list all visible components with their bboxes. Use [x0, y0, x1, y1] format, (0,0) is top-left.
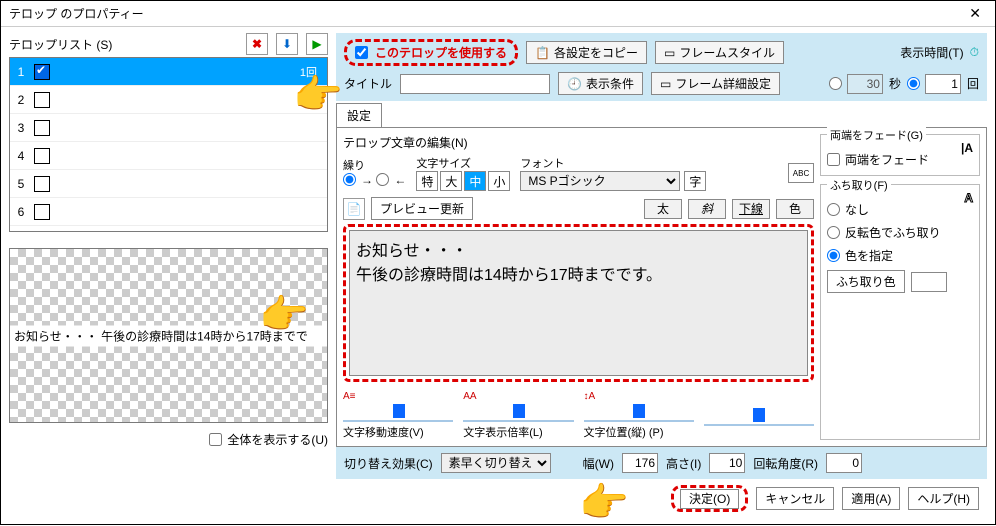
- telop-list[interactable]: 1 1回 2 3 4 5 6: [9, 57, 328, 232]
- fade-icon: |A: [961, 141, 973, 155]
- dialog-window: テロップ のプロパティー ✕ テロップリスト (S) ✖ ⬇ ▶ 1 1回 2 …: [0, 0, 996, 525]
- scroll-right-radio[interactable]: →: [343, 173, 373, 187]
- use-telop-checkbox[interactable]: このテロップを使用する: [344, 39, 518, 66]
- telop-text-input[interactable]: お知らせ・・・ 午後の診療時間は14時から17時までです。: [349, 230, 808, 376]
- show-all-checkbox[interactable]: 全体を表示する(U): [209, 431, 328, 448]
- count-radio[interactable]: [907, 74, 961, 94]
- transition-select[interactable]: 素早く切り替え: [441, 453, 551, 473]
- preview-update-button[interactable]: プレビュー更新: [371, 197, 473, 220]
- preview-text: お知らせ・・・ 午後の診療時間は14時から17時までで: [10, 325, 327, 346]
- apply-button[interactable]: 適用(A): [842, 487, 900, 510]
- ok-button[interactable]: 決定(O): [680, 489, 739, 509]
- delete-icon[interactable]: ✖: [246, 33, 268, 55]
- speed-slider[interactable]: [343, 402, 453, 422]
- outline-specify-radio[interactable]: 色を指定: [827, 247, 964, 264]
- scroll-left-radio[interactable]: ←: [376, 173, 406, 187]
- tab-settings[interactable]: 設定: [336, 103, 382, 127]
- outline-group: ふち取り(F) A なし 反転色でふち取り 色を指定 ふち取り色: [820, 184, 980, 440]
- edit-header: テロップ文章の編集(N): [343, 134, 814, 151]
- time-spinner[interactable]: [847, 74, 883, 94]
- download-icon[interactable]: ⬇: [276, 33, 298, 55]
- checkbox-icon[interactable]: [34, 92, 50, 108]
- time-radio[interactable]: [829, 74, 883, 94]
- display-time-label: 表示時間(T): [900, 44, 963, 61]
- underline-button[interactable]: 下線: [732, 199, 770, 219]
- frame-detail-button[interactable]: ▭フレーム詳細設定: [651, 72, 780, 95]
- angle-spinner[interactable]: [826, 453, 862, 473]
- outline-color-button[interactable]: ふち取り色: [827, 270, 905, 293]
- checkbox-icon[interactable]: [34, 64, 50, 80]
- title-label: タイトル: [344, 75, 392, 92]
- checkbox-icon[interactable]: [34, 204, 50, 220]
- outline-invert-radio[interactable]: 反転色でふち取り: [827, 224, 964, 241]
- bold-button[interactable]: 太: [644, 199, 682, 219]
- font-select[interactable]: MS Pゴシック: [520, 171, 680, 191]
- height-spinner[interactable]: [709, 453, 745, 473]
- magnify-icon: AA: [463, 391, 476, 402]
- speed-icon: A≡: [343, 391, 356, 402]
- size-l-button[interactable]: 大: [440, 171, 462, 191]
- outline-none-radio[interactable]: なし: [827, 201, 964, 218]
- list-item[interactable]: 4: [10, 142, 327, 170]
- copy-icon[interactable]: 📄: [343, 198, 365, 220]
- checkbox-icon[interactable]: [34, 148, 50, 164]
- tab-strip: 設定: [336, 103, 987, 127]
- titlebar: テロップ のプロパティー ✕: [1, 1, 995, 27]
- preview-area: お知らせ・・・ 午後の診療時間は14時から17時までで: [9, 248, 328, 423]
- copy-settings-button[interactable]: 📋各設定をコピー: [526, 41, 647, 64]
- abc-icon[interactable]: ABC: [788, 163, 814, 183]
- stopwatch-icon: ⏱: [970, 45, 979, 60]
- list-item[interactable]: 5: [10, 170, 327, 198]
- checkbox-icon[interactable]: [34, 120, 50, 136]
- top-controls: このテロップを使用する 📋各設定をコピー ▭フレームスタイル 表示時間(T) ⏱…: [336, 33, 987, 101]
- size-xl-button[interactable]: 特: [416, 171, 438, 191]
- width-spinner[interactable]: [622, 453, 658, 473]
- italic-button[interactable]: 斜: [688, 199, 726, 219]
- list-item[interactable]: 3: [10, 114, 327, 142]
- title-input[interactable]: [400, 74, 550, 94]
- position-icon: ↕A: [584, 391, 596, 402]
- color-button[interactable]: 色: [776, 199, 814, 219]
- position-slider[interactable]: [584, 402, 694, 422]
- close-icon[interactable]: ✕: [963, 5, 987, 22]
- checkbox-icon[interactable]: [34, 176, 50, 192]
- telop-list-label: テロップリスト (S): [9, 36, 112, 53]
- size-s-button[interactable]: 小: [488, 171, 510, 191]
- list-item[interactable]: 1 1回: [10, 58, 327, 86]
- count-spinner[interactable]: [925, 74, 961, 94]
- list-item[interactable]: 2: [10, 86, 327, 114]
- font-detail-button[interactable]: 字: [684, 171, 706, 191]
- help-button[interactable]: ヘルプ(H): [908, 487, 979, 510]
- outline-color-swatch[interactable]: [911, 272, 947, 292]
- fade-checkbox[interactable]: 両端をフェード: [827, 151, 929, 168]
- window-title: テロップ のプロパティー: [9, 5, 963, 22]
- frame-style-button[interactable]: ▭フレームスタイル: [655, 41, 784, 64]
- settings-panel: テロップ文章の編集(N) 繰り → ← 文字サイズ 特 大 中: [336, 127, 987, 447]
- size-m-button[interactable]: 中: [464, 171, 486, 191]
- display-condition-button[interactable]: 🕘表示条件: [558, 72, 643, 95]
- list-item[interactable]: 6: [10, 198, 327, 226]
- outline-icon: A: [964, 191, 973, 205]
- bottom-bar: 切り替え効果(C) 素早く切り替え 幅(W) 高さ(I) 回転角度(R): [336, 447, 987, 479]
- cancel-button[interactable]: キャンセル: [756, 487, 834, 510]
- fade-group: 両端をフェード(G) |A 両端をフェード: [820, 134, 980, 176]
- magnify-slider[interactable]: [463, 402, 573, 422]
- play-icon[interactable]: ▶: [306, 33, 328, 55]
- extra-slider[interactable]: [704, 406, 814, 426]
- transition-label: 切り替え効果(C): [344, 455, 433, 472]
